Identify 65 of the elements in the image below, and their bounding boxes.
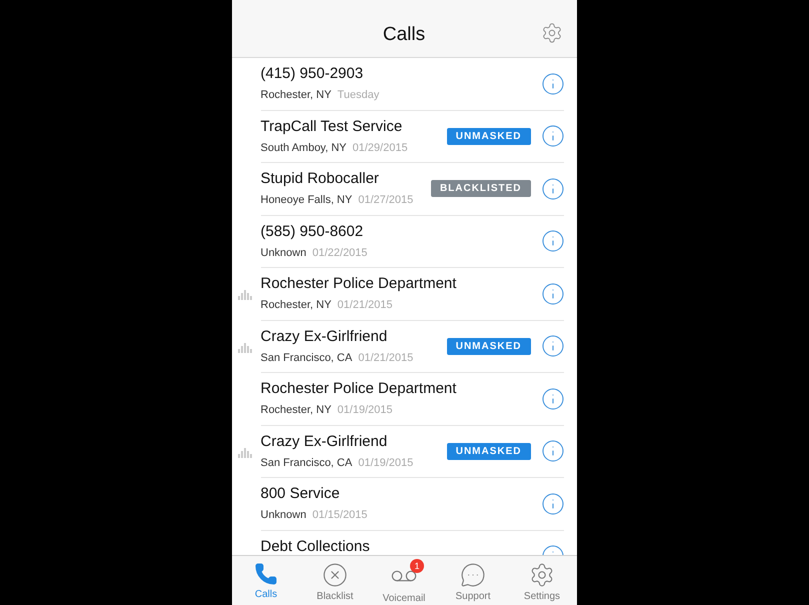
caller-location: Honeoye Falls, NY: [260, 194, 352, 206]
caller-location: South Amboy, NY: [260, 142, 347, 154]
recording-icon: [238, 446, 252, 458]
caller-name: TrapCall Test Service: [260, 118, 404, 134]
info-icon[interactable]: [540, 282, 564, 306]
call-date: 01/27/2015: [358, 194, 414, 206]
caller-name: Stupid Robocaller: [260, 171, 380, 187]
info-icon[interactable]: [540, 72, 564, 96]
info-icon[interactable]: [540, 492, 564, 516]
tab[interactable]: Support: [443, 556, 503, 605]
call-date: Tuesday: [337, 89, 380, 101]
info-icon[interactable]: [540, 334, 564, 358]
call-date: 01/29/2015: [352, 142, 408, 154]
phone-icon: [254, 562, 278, 586]
status-badge: UNMASKED: [446, 442, 530, 460]
call-date: 01/19/2015: [358, 456, 414, 468]
tab[interactable]: Voicemail 1: [374, 556, 434, 605]
caller-location: Rochester, NY: [260, 89, 332, 101]
recording-icon: [238, 288, 252, 300]
caller-location: Unknown: [260, 509, 306, 521]
call-row[interactable]: (415) 950-2903 Rochester, NY Tuesday: [232, 58, 576, 110]
settings-icon[interactable]: [540, 22, 562, 44]
caller-name: Debt Collections: [260, 538, 371, 554]
call-row[interactable]: Rochester Police Department Rochester, NY 01/21/2015: [232, 268, 576, 320]
circle-x-icon: [322, 562, 348, 588]
call-date: 01/15/2015: [312, 509, 368, 521]
caller-name: (415) 950-2903: [260, 66, 364, 82]
caller-name: Rochester Police Department: [260, 276, 458, 292]
info-icon[interactable]: [540, 386, 564, 411]
chat-bubble-icon: [460, 562, 486, 588]
call-row[interactable]: Crazy Ex-Girlfriend San Francisco, CA 01/21/2015 UNMASKED: [232, 320, 576, 373]
caller-location: San Francisco, CA: [260, 456, 352, 468]
caller-location: San Francisco, CA: [260, 352, 352, 364]
recording-icon: [238, 340, 252, 352]
info-icon[interactable]: [540, 229, 564, 254]
settings-icon: [529, 562, 555, 588]
call-row[interactable]: TrapCall Test Service South Amboy, NY 01/29/2015 UNMASKED: [232, 110, 576, 163]
tab[interactable]: Calls: [236, 556, 296, 605]
call-row[interactable]: 800 Service Unknown 01/15/2015: [232, 478, 576, 530]
info-icon[interactable]: [540, 176, 564, 201]
status-badge: UNMASKED: [446, 128, 530, 145]
call-row[interactable]: (585) 950-8602 Unknown 01/22/2015: [232, 216, 576, 268]
tab[interactable]: Settings: [512, 556, 572, 605]
caller-name: Crazy Ex-Girlfriend: [260, 328, 388, 344]
info-icon[interactable]: [540, 124, 564, 148]
call-row[interactable]: Crazy Ex-Girlfriend San Francisco, CA 01/19/2015 UNMASKED: [232, 426, 576, 478]
tab[interactable]: Blacklist: [305, 556, 365, 605]
status-badge: BLACKLISTED: [430, 180, 530, 198]
info-icon[interactable]: [540, 439, 564, 464]
caller-name: (585) 950-8602: [260, 224, 364, 240]
call-date: 01/21/2015: [358, 352, 414, 364]
caller-location: Rochester, NY: [260, 299, 332, 311]
caller-name: Crazy Ex-Girlfriend: [260, 434, 388, 450]
call-row[interactable]: Stupid Robocaller Honeoye Falls, NY 01/27/2015 BLACKLISTED: [232, 163, 576, 216]
screen-title: Calls: [382, 24, 426, 46]
notification-badge: 1: [410, 559, 424, 573]
caller-location: Rochester, NY: [260, 404, 332, 416]
caller-name: Rochester Police Department: [260, 381, 458, 397]
caller-name: 800 Service: [260, 486, 341, 502]
call-date: 01/22/2015: [312, 246, 368, 258]
call-date: 01/21/2015: [337, 299, 392, 311]
call-row[interactable]: Rochester Police Department Rochester, NY 01/19/2015: [232, 373, 576, 426]
caller-location: Unknown: [260, 246, 306, 258]
call-date: 01/19/2015: [337, 404, 392, 416]
status-badge: UNMASKED: [446, 338, 530, 355]
